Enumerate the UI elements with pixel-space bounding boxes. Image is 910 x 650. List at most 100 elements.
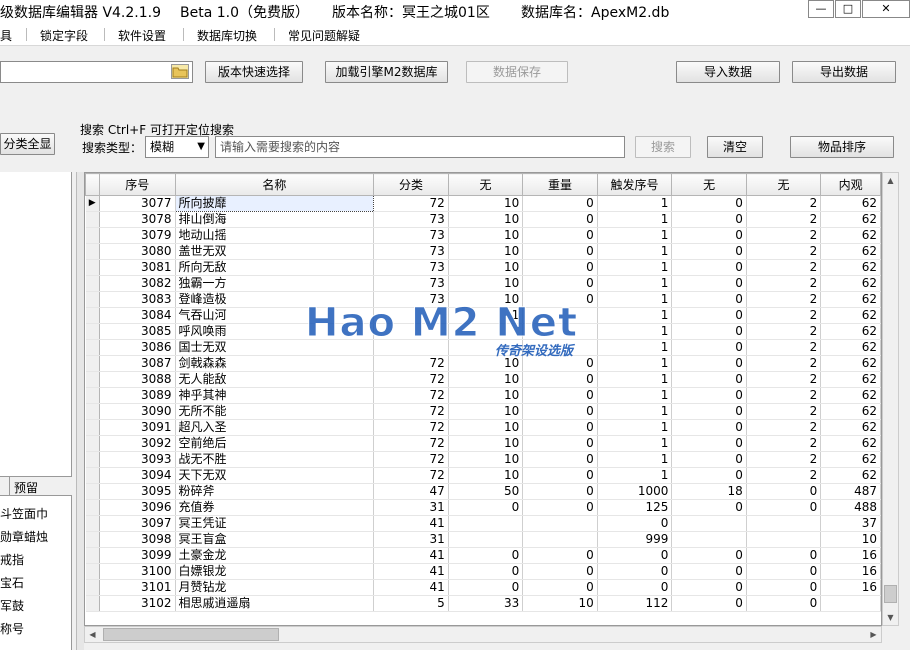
table-row[interactable]: 3099 土豪金龙 41 0 0 0 0 0 16 (85, 547, 881, 564)
table-cell[interactable]: 2 (746, 435, 822, 452)
table-cell[interactable] (522, 307, 598, 324)
table-row[interactable]: 3086 国士无双 1 0 2 62 (85, 339, 881, 356)
row-indicator[interactable] (85, 595, 100, 612)
table-cell[interactable]: 3089 (99, 387, 176, 404)
table-cell[interactable]: 0 (746, 547, 822, 564)
table-cell[interactable] (373, 323, 449, 340)
table-cell[interactable]: 0 (671, 419, 747, 436)
table-row[interactable]: 3093 战无不胜 72 10 0 1 0 2 62 (85, 451, 881, 468)
column-header[interactable]: 无 (671, 173, 747, 196)
row-indicator[interactable] (85, 547, 100, 564)
table-cell[interactable]: 0 (448, 579, 524, 596)
table-cell[interactable]: 3085 (99, 323, 176, 340)
row-indicator[interactable] (85, 339, 100, 356)
table-cell[interactable]: 10 (448, 195, 524, 212)
table-cell[interactable]: 2 (746, 451, 822, 468)
table-cell[interactable]: 10 (448, 211, 524, 228)
table-cell[interactable]: 盖世无双 (175, 243, 375, 260)
row-indicator[interactable] (85, 323, 100, 340)
table-cell[interactable]: 冥王凭证 (175, 515, 375, 532)
table-cell[interactable]: 1 (597, 451, 673, 468)
table-cell[interactable]: 3088 (99, 371, 176, 388)
row-indicator[interactable] (85, 211, 100, 228)
table-cell[interactable]: 1 (597, 419, 673, 436)
table-cell[interactable]: 0 (671, 323, 747, 340)
table-row[interactable]: 3098 冥王盲盒 31 999 10 (85, 531, 881, 548)
table-cell[interactable]: 排山倒海 (175, 211, 375, 228)
table-cell[interactable]: 0 (522, 211, 598, 228)
table-cell[interactable]: 10 (448, 275, 524, 292)
table-cell[interactable]: 3082 (99, 275, 176, 292)
table-cell[interactable]: 488 (820, 499, 881, 516)
table-cell[interactable]: 剑戟森森 (175, 355, 375, 372)
table-cell[interactable]: 0 (671, 243, 747, 260)
table-cell[interactable]: 0 (522, 499, 598, 516)
table-cell[interactable]: 62 (820, 227, 881, 244)
table-cell[interactable]: 0 (522, 387, 598, 404)
table-cell[interactable] (522, 323, 598, 340)
table-cell[interactable] (820, 595, 881, 612)
table-cell[interactable] (746, 515, 822, 532)
table-cell[interactable]: 10 (448, 227, 524, 244)
menu-switch-database[interactable]: 数据库切换 (197, 27, 257, 44)
table-cell[interactable]: 0 (671, 547, 747, 564)
table-cell[interactable]: 0 (522, 355, 598, 372)
horizontal-scrollbar[interactable]: ◀ ▶ (84, 626, 882, 643)
table-cell[interactable]: 72 (373, 451, 449, 468)
scroll-right-icon[interactable]: ▶ (866, 627, 881, 642)
table-cell[interactable]: 125 (597, 499, 673, 516)
row-indicator[interactable] (85, 227, 100, 244)
folder-icon[interactable] (171, 64, 189, 79)
table-row[interactable]: 3102 相思戚逍遥扇 5 33 10 112 0 0 (85, 595, 881, 612)
table-cell[interactable]: 10 (820, 531, 881, 548)
table-cell[interactable]: 冥王盲盒 (175, 531, 375, 548)
table-cell[interactable]: 呼风唤雨 (175, 323, 375, 340)
load-engine-db-button[interactable]: 加载引擎M2数据库 (325, 61, 448, 83)
table-cell[interactable]: 62 (820, 195, 881, 212)
table-cell[interactable]: 3083 (99, 291, 176, 308)
table-cell[interactable]: 1 (597, 195, 673, 212)
table-cell[interactable]: 0 (597, 547, 673, 564)
table-cell[interactable]: 0 (671, 563, 747, 580)
table-cell[interactable]: 地动山摇 (175, 227, 375, 244)
category-item[interactable]: 军鼓 (0, 597, 24, 614)
table-cell[interactable]: 2 (746, 227, 822, 244)
table-cell[interactable]: 72 (373, 355, 449, 372)
table-cell[interactable]: 72 (373, 403, 449, 420)
table-cell[interactable]: 0 (522, 291, 598, 308)
row-indicator[interactable] (85, 515, 100, 532)
table-cell[interactable]: 62 (820, 243, 881, 260)
item-sort-button[interactable]: 物品排序 (790, 136, 894, 158)
table-cell[interactable]: 神乎其神 (175, 387, 375, 404)
table-cell[interactable]: 月赞钻龙 (175, 579, 375, 596)
save-data-button[interactable]: 数据保存 (466, 61, 568, 83)
table-cell[interactable]: 1 (597, 323, 673, 340)
tab-reserved[interactable]: 预留 (14, 479, 38, 496)
table-row[interactable]: 3085 呼风唤雨 1 0 2 62 (85, 323, 881, 340)
table-cell[interactable]: 3095 (99, 483, 176, 500)
table-cell[interactable]: 0 (671, 595, 747, 612)
close-button[interactable]: ✕ (862, 0, 910, 18)
table-cell[interactable]: 0 (522, 371, 598, 388)
table-cell[interactable]: 0 (522, 579, 598, 596)
search-button[interactable]: 搜索 (635, 136, 691, 158)
table-row[interactable]: ▶ 3077 所向披靡 72 10 0 1 0 2 62 (85, 195, 881, 212)
table-cell[interactable]: 1 (597, 339, 673, 356)
table-cell[interactable] (448, 515, 524, 532)
table-cell[interactable]: 5 (373, 595, 449, 612)
table-cell[interactable]: 0 (746, 483, 822, 500)
table-cell[interactable]: 1 (597, 259, 673, 276)
table-cell[interactable]: 2 (746, 371, 822, 388)
table-cell[interactable]: 0 (746, 595, 822, 612)
table-row[interactable]: 3080 盖世无双 73 10 0 1 0 2 62 (85, 243, 881, 260)
path-input[interactable] (0, 61, 193, 83)
table-cell[interactable]: 72 (373, 435, 449, 452)
table-cell[interactable]: 0 (671, 579, 747, 596)
table-cell[interactable]: 0 (671, 499, 747, 516)
table-row[interactable]: 3078 排山倒海 73 10 0 1 0 2 62 (85, 211, 881, 228)
table-cell[interactable]: 0 (597, 563, 673, 580)
table-cell[interactable]: 62 (820, 371, 881, 388)
row-indicator[interactable] (85, 579, 100, 596)
table-cell[interactable]: 2 (746, 355, 822, 372)
table-cell[interactable]: 62 (820, 435, 881, 452)
